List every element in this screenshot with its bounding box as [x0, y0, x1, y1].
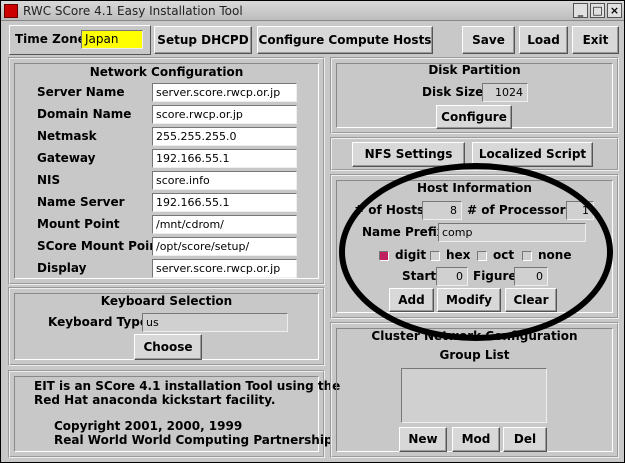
about-line-4: Real World World Computing Partnership — [54, 433, 333, 447]
close-button[interactable]: × — [607, 3, 622, 18]
network-row-field[interactable]: score.rwcp.or.jp — [152, 105, 297, 124]
timezone-field[interactable]: Japan — [81, 30, 143, 49]
window-title: RWC SCore 4.1 Easy Installation Tool — [23, 4, 243, 18]
minimize-button[interactable]: _ — [573, 3, 588, 18]
network-row-label: Display — [37, 261, 87, 275]
about-panel: EIT is an SCore 4.1 installation Tool us… — [8, 370, 340, 458]
timezone-label: Time Zone — [15, 32, 86, 46]
keyboard-title: Keyboard Selection — [100, 294, 233, 308]
group-del-button[interactable]: Del — [503, 427, 547, 452]
network-row-field[interactable]: 255.255.255.0 — [152, 127, 297, 146]
nfs-settings-button[interactable]: NFS Settings — [352, 142, 465, 167]
network-row-label: Name Server — [37, 195, 125, 209]
network-row-label: Domain Name — [37, 107, 132, 121]
disk-partition-title: Disk Partition — [428, 63, 521, 77]
group-new-button[interactable]: New — [399, 427, 447, 452]
group-mod-button[interactable]: Mod — [452, 427, 500, 452]
network-row-field[interactable]: server.score.rwcp.or.jp — [152, 83, 297, 102]
app-window: RWC SCore 4.1 Easy Installation Tool _ □… — [0, 0, 625, 463]
keyboard-panel: Keyboard Selection Keyboard Type us Choo… — [8, 287, 325, 366]
cluster-network-panel: Cluster Network Configuration Group List… — [330, 322, 619, 458]
keyboard-type-field[interactable]: us — [142, 313, 288, 332]
network-row-label: SCore Mount Point — [37, 239, 164, 253]
load-button[interactable]: Load — [519, 26, 568, 54]
network-row-field[interactable]: score.info — [152, 171, 297, 190]
group-list-label: Group List — [439, 348, 510, 362]
group-list-box[interactable] — [401, 368, 547, 423]
network-row-field[interactable]: server.score.rwcp.or.jp — [152, 259, 297, 278]
network-row-label: Netmask — [37, 129, 97, 143]
save-button[interactable]: Save — [462, 26, 515, 54]
network-row-label: Mount Point — [37, 217, 120, 231]
disk-size-label: Disk Size — [422, 85, 484, 99]
network-config-title: Network Configuration — [89, 65, 244, 79]
disk-partition-panel: Disk Partition Disk Size 1024 Configure — [330, 57, 619, 134]
highlight-oval-annotation — [339, 163, 613, 341]
about-line-3: Copyright 2001, 2000, 1999 — [54, 419, 243, 433]
network-row-field[interactable]: /mnt/cdrom/ — [152, 215, 297, 234]
app-icon — [4, 4, 18, 18]
configure-compute-hosts-button[interactable]: Configure Compute Hosts — [257, 26, 433, 54]
about-line-2: Red Hat anaconda kickstart facility. — [34, 393, 276, 407]
keyboard-type-label: Keyboard Type — [48, 315, 148, 329]
network-row-field[interactable]: /opt/score/setup/ — [152, 237, 297, 256]
network-row-field[interactable]: 192.166.55.1 — [152, 149, 297, 168]
setup-dhcpd-button[interactable]: Setup DHCPD — [154, 26, 252, 54]
about-line-1: EIT is an SCore 4.1 installation Tool us… — [34, 379, 341, 393]
exit-button[interactable]: Exit — [572, 26, 619, 54]
disk-size-field[interactable]: 1024 — [482, 83, 528, 102]
network-row-field[interactable]: 192.166.55.1 — [152, 193, 297, 212]
choose-button[interactable]: Choose — [134, 334, 202, 360]
network-row-label: Gateway — [37, 151, 96, 165]
network-row-label: Server Name — [37, 85, 125, 99]
network-row-label: NIS — [37, 173, 61, 187]
timezone-group: Time Zone Japan — [9, 25, 151, 55]
title-bar[interactable]: RWC SCore 4.1 Easy Installation Tool _ □… — [1, 1, 624, 21]
maximize-button[interactable]: □ — [590, 3, 605, 18]
disk-configure-button[interactable]: Configure — [436, 105, 512, 129]
